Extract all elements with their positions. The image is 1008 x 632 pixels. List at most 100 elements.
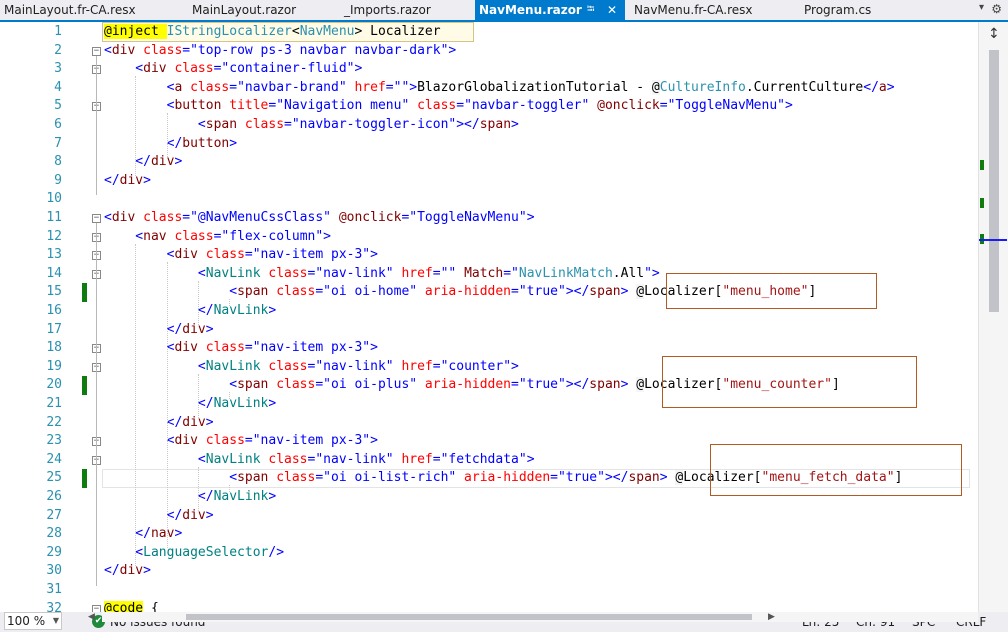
code-token: NavLink	[213, 396, 269, 411]
vertical-scroll-thumb[interactable]	[989, 50, 999, 312]
code-token: =	[244, 340, 253, 356]
indent-guide	[197, 466, 199, 511]
code-token: button	[174, 98, 222, 114]
code-token: >	[205, 321, 214, 337]
code-token: =	[244, 433, 253, 449]
code-line[interactable]: <div class="top-row ps-3 navbar navbar-d…	[104, 42, 456, 61]
tab-program-cs[interactable]: Program.cs	[800, 0, 910, 20]
code-line[interactable]: <a class="navbar-brand" href="">BlazorGl…	[104, 79, 895, 98]
code-line[interactable]: <nav class="flex-column">	[104, 228, 331, 247]
code-line[interactable]: </button>	[104, 135, 237, 154]
code-token: "oi oi-list-rich"	[323, 470, 457, 486]
split-window-icon[interactable]: ↕	[988, 26, 1000, 42]
code-token: =	[315, 377, 324, 393]
code-line[interactable]: <div class="nav-item px-3">	[104, 339, 378, 358]
code-line[interactable]: <NavLink class="nav-link" href="" Match=…	[104, 265, 660, 284]
code-token: "nav-item px-3"	[252, 433, 371, 449]
zoom-select[interactable]: 100 % ▼	[4, 612, 62, 630]
code-line[interactable]: @code {	[104, 600, 159, 612]
code-line[interactable]: <div class="nav-item px-3">	[104, 246, 378, 265]
code-line[interactable]: <div class="@NavMenuCssClass" @onclick="…	[104, 209, 535, 228]
code-editor[interactable]: 1 2 3 4 5 6 7 8 9 10 11 12 13 14 15 16 17 18 19 20 21 22 23 24 2…	[0, 22, 1008, 612]
code-token: >	[659, 470, 676, 486]
code-token: <	[104, 451, 206, 467]
code-token: @code	[104, 600, 144, 612]
scroll-left-icon[interactable]: ◀	[88, 612, 95, 622]
code-token: <	[104, 117, 206, 132]
code-line[interactable]: <div class="nav-item px-3">	[104, 432, 378, 451]
code-line[interactable]: <div class="container-fluid">	[104, 60, 362, 79]
code-token: >	[323, 228, 331, 244]
code-token: "top-row ps-3 navbar navbar-dark"	[190, 42, 449, 58]
pin-icon[interactable]: ⭾	[587, 0, 595, 20]
tab-navmenu-razor[interactable]: NavMenu.razor ⭾ ✕	[475, 0, 625, 20]
code-token: .All	[612, 265, 645, 281]
code-line[interactable]: </NavLink>	[104, 302, 276, 321]
tab-label: _Imports.razor	[344, 3, 431, 17]
code-token: href	[393, 451, 433, 467]
code-token: </	[104, 507, 183, 523]
code-token: =	[511, 284, 519, 300]
code-token: <	[104, 340, 175, 356]
line-number: 17	[46, 321, 62, 337]
tab-label: NavMenu.fr-CA.resx	[634, 3, 753, 17]
code-token: >	[511, 117, 519, 132]
code-line[interactable]: </NavLink>	[104, 488, 276, 507]
code-text-area[interactable]: @inject IStringLocalizer<NavMenu> Locali…	[104, 22, 970, 612]
gear-icon[interactable]: ⚙	[991, 2, 1002, 16]
tab-label: Program.cs	[804, 3, 872, 17]
code-line[interactable]: <NavLink class="nav-link" href="fetchdat…	[104, 451, 535, 470]
tab-mainlayout-fr-ca-resx[interactable]: MainLayout.fr-CA.resx	[0, 0, 150, 20]
collapse-region-icon[interactable]: −	[92, 604, 101, 612]
code-token: "navbar-toggler-icon"	[291, 117, 457, 132]
code-line[interactable]: </nav>	[104, 525, 182, 544]
code-line[interactable]: <button title="Navigation menu" class="n…	[104, 97, 793, 116]
code-token: div	[111, 210, 136, 225]
code-token: NavLink	[205, 265, 261, 281]
code-token: NavLink	[205, 358, 261, 374]
tab-mainlayout-razor[interactable]: MainLayout.razor	[188, 0, 318, 20]
code-token: class	[260, 265, 308, 281]
code-token: class	[197, 247, 245, 263]
code-token: CultureInfo	[659, 79, 746, 95]
code-token: >	[205, 507, 214, 523]
collapse-region-icon[interactable]: −	[92, 46, 101, 56]
caret-position-marker	[979, 239, 1007, 241]
code-token: div	[150, 154, 175, 170]
code-line[interactable]: </div>	[104, 172, 151, 191]
code-token: <	[104, 42, 112, 58]
code-line[interactable]: </div>	[104, 153, 182, 172]
close-icon[interactable]: ✕	[607, 0, 617, 20]
code-token: aria-hidden	[417, 377, 512, 393]
code-token: div	[182, 507, 206, 523]
code-token: "Navigation menu"	[276, 98, 410, 114]
collapse-region-icon[interactable]: −	[92, 214, 101, 223]
code-token: nav	[143, 228, 167, 244]
code-line[interactable]: </NavLink>	[104, 395, 276, 414]
chevron-down-icon: ▼	[52, 616, 59, 625]
code-token: div	[174, 433, 198, 449]
code-line[interactable]: </div>	[104, 562, 151, 581]
vertical-scrollbar[interactable]: ↕	[978, 22, 1008, 612]
line-number: 3	[54, 61, 62, 77]
code-token: "	[511, 265, 519, 281]
code-token: span	[479, 117, 512, 132]
horizontal-scroll-thumb[interactable]	[186, 614, 752, 620]
tab-label: NavMenu.razor	[479, 3, 582, 17]
code-line[interactable]: @inject IStringLocalizer<NavMenu> Locali…	[104, 23, 441, 42]
code-line[interactable]: <LanguageSelector/>	[104, 544, 284, 563]
zoom-value: 100 %	[7, 614, 46, 628]
scroll-right-icon[interactable]: ▶	[768, 612, 775, 622]
code-token: >	[620, 284, 637, 300]
line-number: 1	[54, 24, 62, 39]
code-token: >	[268, 303, 277, 318]
code-token: =	[244, 247, 253, 263]
tab-list-dropdown-icon[interactable]: ▾	[979, 2, 984, 13]
horizontal-scrollbar[interactable]	[102, 612, 978, 622]
tab-navmenu-fr-ca-resx[interactable]: NavMenu.fr-CA.resx	[630, 0, 775, 20]
tab-imports-razor[interactable]: _Imports.razor	[340, 0, 458, 20]
indent-guide	[135, 243, 137, 567]
code-token: class	[268, 377, 316, 393]
code-token: >	[205, 414, 214, 430]
line-number: 5	[54, 98, 62, 114]
